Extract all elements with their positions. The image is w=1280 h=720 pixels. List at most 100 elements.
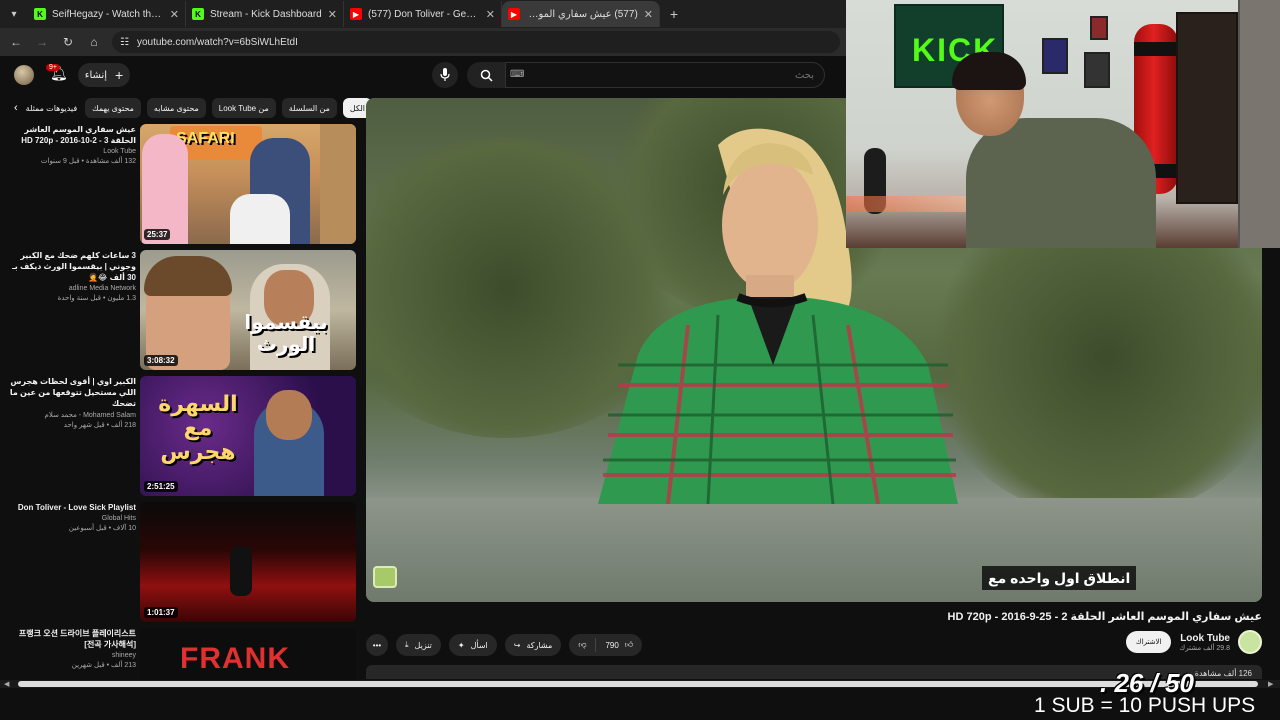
more-options-icon[interactable]: ••• — [366, 634, 388, 656]
rec-channel[interactable]: adline Media Network — [8, 285, 136, 292]
scroll-right-arrow-icon[interactable]: ▶ — [1268, 680, 1273, 688]
rec-channel[interactable]: shineey — [8, 652, 136, 659]
search-icon[interactable] — [467, 62, 505, 88]
browser-tab[interactable]: K Stream - Kick Dashboard ✕ — [186, 1, 344, 27]
browser-tab-active[interactable]: ▶ (577) عيش سفاري الموسم العاشر ✕ — [502, 1, 660, 27]
chip-featured[interactable]: فيديوهات ممثلة — [24, 98, 79, 118]
tab-title: (577) عيش سفاري الموسم العاشر — [526, 8, 638, 20]
rec-views: 10 آلاف • قبل أسبوعين — [68, 525, 136, 532]
rec-thumbnail[interactable]: بيقسموا الورث 3:08:32 — [140, 250, 356, 370]
tab-title: SeifHegazy - Watch the VOD o — [52, 8, 164, 20]
back-icon[interactable]: ← — [8, 35, 24, 49]
rec-title[interactable]: الكبير اوي | أقوى لحظات هجرس اللي مستحيل… — [8, 376, 136, 409]
door — [1176, 12, 1238, 204]
tab-search-icon[interactable]: ▾ — [0, 0, 28, 28]
sparkle-icon: ✦ — [457, 640, 465, 650]
scroll-left-arrow-icon[interactable]: ◀ — [4, 680, 9, 688]
rec-thumbnail[interactable]: FRANK OCEAN — [140, 628, 356, 680]
like-dislike-group: 👎︎ 790 👍︎ — [569, 634, 643, 656]
kick-favicon-icon: K — [34, 8, 46, 20]
rec-title[interactable]: عيش سفاري الموسم العاشر الحلقة 3 - 2-10-… — [8, 124, 136, 146]
plus-icon: + — [115, 67, 124, 83]
recommendation-item[interactable]: Don Toliver - Love Sick Playlist Global … — [8, 502, 356, 624]
browser-tab[interactable]: K SeifHegazy - Watch the VOD o ✕ — [28, 1, 186, 27]
rec-title[interactable]: 3 ساعات كلهم ضحك مع الكبير وجوني | بيقسم… — [8, 250, 136, 283]
keyboard-icon[interactable]: ⌨ — [510, 69, 524, 80]
rec-title[interactable]: 프랭크 오션 드라이브 플레이리스트 [전곡 가사해석] — [8, 628, 136, 650]
create-label: إنشاء — [84, 69, 108, 81]
rec-thumbnail[interactable]: السهرة مع هجرس 2:51:25 — [140, 376, 356, 496]
wall-frame — [1084, 52, 1110, 88]
recommendation-meta: 3 ساعات كلهم ضحك مع الكبير وجوني | بيقسم… — [8, 250, 136, 302]
recommendation-item[interactable]: عيش سفاري الموسم العاشر الحلقة 3 - 2-10-… — [8, 124, 356, 246]
duration-badge: 2:51:25 — [144, 481, 178, 492]
thumb-caption-text: FRANK OCEAN — [180, 642, 292, 680]
duration-badge: 1:01:37 — [144, 607, 178, 618]
shelf — [1238, 0, 1280, 248]
video-caption: انطلاق اول واحده مع — [982, 566, 1137, 590]
download-label: تنزيل — [414, 640, 432, 650]
channel-watermark-logo — [373, 566, 397, 588]
close-tab-icon[interactable]: ✕ — [486, 8, 495, 21]
rec-channel[interactable]: Mohamed Salam - محمد سلام — [8, 411, 136, 419]
channel-name[interactable]: Look Tube — [1179, 633, 1230, 644]
channel-text: Look Tube 29.8 ألف مشترك — [1179, 633, 1230, 652]
thumbs-down-icon: 👎︎ — [578, 640, 587, 649]
account-avatar[interactable] — [14, 65, 34, 85]
url-field[interactable]: ☷ youtube.com/watch?v=6bSiWLhEtdI — [112, 31, 840, 53]
search-input[interactable] — [505, 62, 825, 88]
share-button[interactable]: ↪ مشاركة — [504, 634, 562, 656]
chip-from-channel[interactable]: من Look Tube — [211, 98, 276, 118]
duration-badge: 3:08:32 — [144, 355, 178, 366]
rec-channel[interactable]: Global Hits — [8, 515, 136, 522]
duration-badge: 25:37 — [144, 229, 171, 240]
scrollbar-thumb[interactable] — [18, 681, 1258, 687]
recommendation-meta: Don Toliver - Love Sick Playlist Global … — [8, 502, 136, 532]
recommendation-item[interactable]: الكبير اوي | أقوى لحظات هجرس اللي مستحيل… — [8, 376, 356, 498]
rec-title[interactable]: Don Toliver - Love Sick Playlist — [8, 502, 136, 513]
rec-channel[interactable]: Look Tube — [8, 148, 136, 155]
webcam-overlay: KICK — [846, 0, 1280, 248]
chevron-left-icon[interactable]: ‹ — [14, 102, 18, 114]
recommendation-item[interactable]: 3 ساعات كلهم ضحك مع الكبير وجوني | بيقسم… — [8, 250, 356, 372]
streamer-body — [966, 118, 1156, 248]
create-button[interactable]: إنشاء + — [78, 63, 130, 87]
close-tab-icon[interactable]: ✕ — [328, 8, 337, 21]
chip-related[interactable]: محتوى مشابه — [146, 98, 206, 118]
ask-label: اسأل — [470, 640, 488, 650]
browser-tab[interactable]: ▶ (577) Don Toliver - Gemstone ( ✕ — [344, 1, 502, 27]
view-count: 126 ألف مشاهدة — [1194, 669, 1252, 678]
chip-from-series[interactable]: من السلسلة — [281, 98, 337, 118]
like-count: 790 — [605, 640, 619, 650]
rec-views: 213 ألف • قبل شهرين — [71, 662, 136, 669]
forward-icon[interactable]: → — [34, 35, 50, 49]
close-tab-icon[interactable]: ✕ — [170, 8, 179, 21]
subscribe-button[interactable]: الاشتراك — [1125, 631, 1172, 653]
youtube-favicon-icon: ▶ — [350, 8, 362, 20]
new-tab-icon[interactable]: + — [660, 6, 688, 22]
subscriber-count: 29.8 ألف مشترك — [1179, 644, 1230, 652]
voice-search-mic-icon[interactable] — [432, 62, 458, 88]
url-text: youtube.com/watch?v=6bSiWLhEtdI — [136, 36, 298, 48]
rec-thumbnail[interactable]: 1:01:37 — [140, 502, 356, 622]
filter-chip-row: ‹ فيديوهات ممثلة محتوى يهمك محتوى مشابه … — [14, 98, 373, 118]
site-info-icon[interactable]: ☷ — [120, 37, 129, 48]
chip-for-you[interactable]: محتوى يهمك — [85, 98, 141, 118]
share-label: مشاركة — [526, 640, 553, 650]
close-tab-icon[interactable]: ✕ — [644, 8, 653, 21]
ask-button[interactable]: ✦ اسأل — [448, 634, 497, 656]
video-title: عيش سفاري الموسم العاشر الحلقة 2 - 25-9-… — [947, 611, 1262, 623]
reload-icon[interactable]: ↻ — [60, 35, 76, 49]
dislike-button[interactable]: 👎︎ — [569, 634, 595, 656]
rec-thumbnail[interactable]: SAFARI 25:37 — [140, 124, 356, 244]
channel-avatar[interactable] — [1238, 630, 1262, 654]
thumb-caption-text: بيقسموا الورث — [244, 312, 328, 356]
sub-pushups-banner: 1 SUB = 10 PUSH UPS — [1034, 694, 1256, 717]
recommendation-item[interactable]: 프랭크 오션 드라이브 플레이리스트 [전곡 가사해석] shineey 213… — [8, 628, 356, 680]
horizontal-scrollbar[interactable]: ◀ ▶ — [0, 680, 1280, 688]
home-icon[interactable]: ⌂ — [86, 35, 102, 49]
thumbs-up-icon: 👍︎ — [624, 640, 634, 649]
like-button[interactable]: 790 👍︎ — [596, 634, 642, 656]
download-button[interactable]: ⤓ تنزيل — [396, 634, 441, 656]
recommendation-meta: 프랭크 오션 드라이브 플레이리스트 [전곡 가사해석] shineey 213… — [8, 628, 136, 669]
